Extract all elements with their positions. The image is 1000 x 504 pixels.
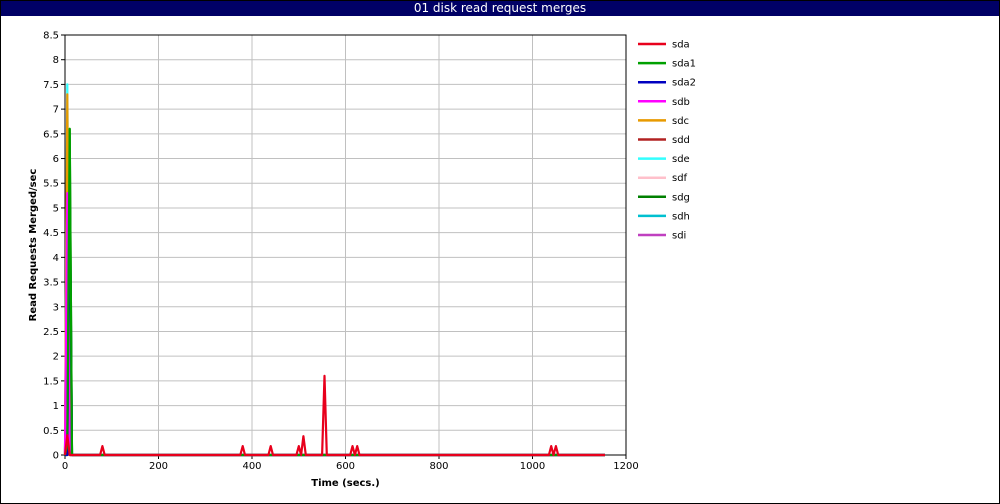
x-tick-label: 200 [149, 461, 168, 472]
series-line-sda2 [65, 177, 605, 457]
x-axis-label: Time (secs.) [311, 478, 380, 489]
y-axis-ticks: 0 0.5 1 1.5 2 2.5 3 3.5 4 4.5 5 5.5 6 6.5 7 7.5 8 8.5 [43, 31, 65, 462]
x-tick-label: 1200 [613, 461, 638, 472]
series-line-sda [63, 374, 605, 457]
y-tick-label: 1.5 [43, 376, 59, 387]
x-tick-label: 600 [336, 461, 355, 472]
y-tick-label: 0.5 [43, 426, 59, 437]
legend-label-sdc: sdc [672, 116, 689, 127]
series-line-sdd [63, 147, 605, 457]
y-tick-label: 7 [53, 105, 59, 116]
legend-label-sde: sde [672, 154, 690, 165]
y-tick-label: 1 [53, 401, 59, 412]
legend: sda sda1 sda2 sdb sdc sdd sde sdf sdg sdh sdi [638, 40, 696, 242]
series-line-sdf [63, 246, 605, 457]
legend-label-sdg: sdg [672, 192, 690, 203]
x-tick-label: 1000 [520, 461, 545, 472]
legend-label-sdh: sdh [672, 211, 690, 222]
y-tick-label: 4.5 [43, 228, 59, 239]
x-tick-label: 0 [62, 461, 68, 472]
series-line-sde [63, 83, 605, 457]
legend-label-sda: sda [672, 40, 690, 51]
y-axis-label: Read Requests Merged/sec [28, 169, 39, 322]
x-axis-ticks: 0 200 400 600 800 1000 1200 [62, 455, 639, 472]
series-line-sdc [63, 93, 605, 457]
gridlines [64, 34, 627, 456]
y-tick-label: 7.5 [43, 80, 59, 91]
y-tick-label: 6 [53, 154, 59, 165]
x-tick-label: 800 [429, 461, 448, 472]
y-tick-label: 3 [53, 302, 59, 313]
y-tick-label: 5 [53, 203, 59, 214]
legend-label-sdf: sdf [672, 173, 688, 184]
y-tick-label: 0 [53, 451, 59, 462]
y-tick-label: 2.5 [43, 327, 59, 338]
y-tick-label: 3.5 [43, 278, 59, 289]
y-tick-label: 5.5 [43, 179, 59, 190]
legend-label-sdb: sdb [672, 97, 690, 108]
chart-svg: 0 200 400 600 800 1000 1200 0 0.5 1 1.5 2 2.5 3 3.5 4 4… [28, 31, 696, 490]
series-lines [63, 83, 605, 457]
y-tick-label: 6.5 [43, 129, 59, 140]
y-tick-label: 2 [53, 352, 59, 363]
x-tick-label: 400 [242, 461, 261, 472]
y-tick-label: 8.5 [43, 31, 59, 42]
y-tick-label: 8 [53, 55, 59, 66]
legend-label-sdi: sdi [672, 231, 686, 242]
legend-label-sda2: sda2 [672, 78, 696, 89]
y-tick-label: 4 [53, 253, 59, 264]
legend-label-sda1: sda1 [672, 59, 696, 70]
legend-label-sdd: sdd [672, 135, 690, 146]
series-line-sdi [63, 187, 605, 457]
